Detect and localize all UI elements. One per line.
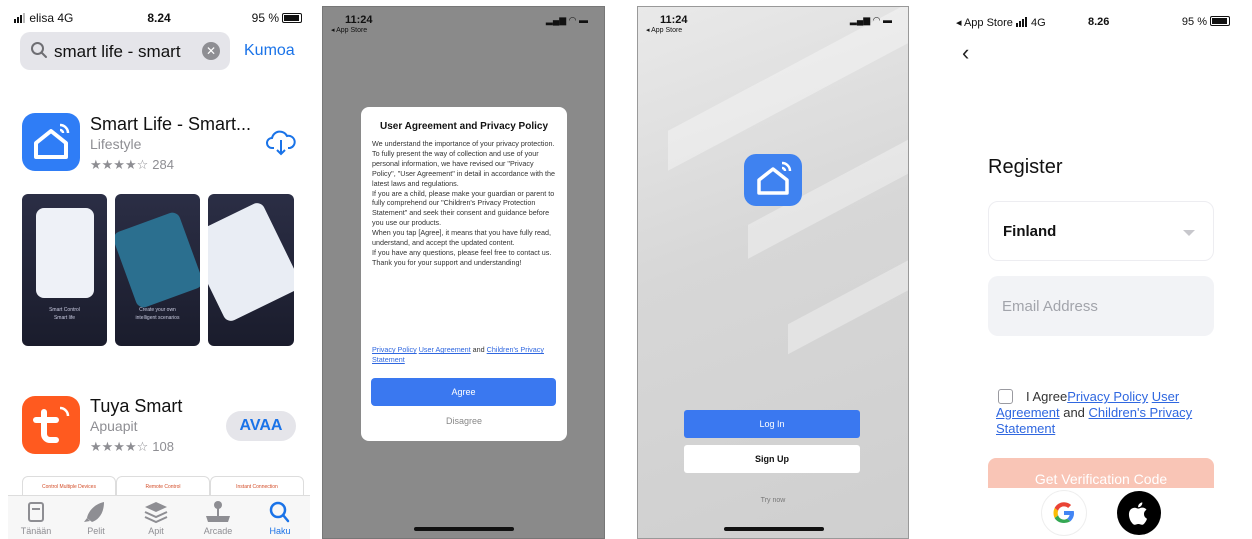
tab-apps[interactable]: Apit — [130, 500, 182, 536]
country-select[interactable]: Finland — [988, 201, 1214, 261]
tab-arcade[interactable]: Arcade — [192, 500, 244, 536]
back-chevron-icon[interactable]: ‹ — [962, 40, 969, 66]
disagree-button[interactable]: Disagree — [361, 416, 567, 426]
smart-life-logo — [744, 154, 802, 206]
app-rating: ★★★★☆ 284 — [90, 157, 174, 172]
layers-icon — [144, 502, 168, 524]
back-to-app-store[interactable]: ◂ App Store — [646, 26, 682, 34]
app-screenshot[interactable] — [208, 194, 294, 346]
status-time: 11:24 — [345, 14, 373, 26]
privacy-policy-link[interactable]: Privacy Policy — [372, 345, 417, 354]
login-screen: 11:24 ◂ App Store ▂▄▆ ◠ ▬ Log In Sign Up… — [637, 6, 909, 539]
try-now-link[interactable]: Try now — [638, 497, 908, 504]
home-indicator — [414, 527, 514, 531]
status-icons: ▂▄▆ ◠ ▬ — [849, 15, 892, 25]
app-rating: ★★★★☆ 108 — [90, 439, 174, 454]
privacy-policy-link[interactable]: Privacy Policy — [1067, 389, 1148, 404]
sign-up-button[interactable]: Sign Up — [684, 445, 860, 473]
tuya-logo-icon — [33, 406, 70, 443]
get-verification-code-button[interactable]: Get Verification Code — [988, 458, 1214, 488]
today-icon — [28, 502, 44, 522]
smart-life-app-icon[interactable] — [22, 113, 80, 171]
status-time: 8.26 — [1088, 16, 1110, 28]
user-agreement-link[interactable]: User Agreement — [419, 345, 471, 354]
rocket-icon — [84, 502, 104, 522]
google-login-button[interactable] — [1042, 491, 1086, 535]
log-in-button[interactable]: Log In — [684, 410, 860, 438]
status-bar: elisa 4G 8.24 95 % — [8, 6, 310, 30]
app-category: Apuapit — [90, 418, 138, 434]
back-to-app-store[interactable]: ◂ App Store — [956, 17, 1013, 29]
tab-today[interactable]: Tänään — [10, 500, 62, 536]
home-wifi-icon — [757, 161, 792, 195]
search-query: smart life - smart — [54, 42, 181, 61]
status-bar: 11:24 ◂ App Store ▂▄▆ ◠ ▬ — [323, 7, 604, 39]
app-screenshot[interactable]: Smart Control Smart life — [22, 194, 107, 346]
home-wifi-icon — [34, 123, 70, 159]
search-icon — [31, 42, 47, 58]
page-title: Register — [988, 156, 1063, 178]
status-time: 11:24 — [660, 14, 688, 26]
signal-icon — [1015, 17, 1028, 30]
country-value: Finland — [1003, 223, 1057, 240]
email-field[interactable] — [988, 276, 1214, 336]
dialog-links: Privacy Policy User Agreement and Childr… — [372, 345, 544, 364]
tab-search[interactable]: Haku — [254, 500, 306, 536]
clear-icon[interactable]: ✕ — [202, 42, 220, 60]
app-store-screen: elisa 4G 8.24 95 % smart life - smart ✕ … — [8, 6, 310, 539]
agree-button[interactable]: Agree — [371, 378, 556, 406]
battery-icon — [1210, 16, 1230, 26]
network-label: 4G — [1031, 17, 1046, 29]
battery-icon — [282, 13, 302, 23]
joystick-icon — [206, 501, 230, 522]
google-icon — [1053, 502, 1074, 523]
apple-icon — [1128, 502, 1147, 525]
apple-login-button[interactable] — [1117, 491, 1161, 535]
cancel-button[interactable]: Kumoa — [244, 42, 295, 60]
battery-percent: 95 % — [1181, 16, 1207, 28]
agreement-dialog: User Agreement and Privacy Policy We und… — [361, 107, 567, 441]
register-screen: ◂ App Store 4G 8.26 95 % ‹ Register Finl… — [950, 6, 1250, 539]
app-category: Lifestyle — [90, 136, 142, 152]
back-to-app-store[interactable]: ◂ App Store — [331, 26, 367, 34]
app-title[interactable]: Tuya Smart — [90, 396, 182, 417]
home-indicator — [724, 527, 824, 531]
battery-percent: 95 % — [251, 11, 279, 25]
status-icons: ▂▄▆ ◠ ▬ — [545, 15, 588, 25]
tab-games[interactable]: Pelit — [70, 500, 122, 536]
dialog-body: We understand the importance of your pri… — [372, 139, 556, 267]
status-bar: ◂ App Store 4G 8.26 95 % — [950, 6, 1250, 30]
agreement-text: I AgreePrivacy Policy User Agreement and… — [996, 389, 1193, 436]
open-button[interactable]: AVAA — [226, 411, 296, 441]
tuya-app-icon[interactable] — [22, 396, 80, 454]
tab-bar: Tänään Pelit Apit Arcade Haku — [8, 495, 310, 539]
cloud-download-icon[interactable] — [266, 130, 296, 156]
dialog-title: User Agreement and Privacy Policy — [379, 121, 549, 132]
screenshot-caption: Create your own intelligent scenarios — [135, 307, 180, 321]
search-field[interactable]: smart life - smart ✕ — [20, 32, 230, 70]
privacy-dialog-screen: 11:24 ◂ App Store ▂▄▆ ◠ ▬ User Agreement… — [322, 6, 605, 539]
status-bar: 11:24 ◂ App Store ▂▄▆ ◠ ▬ — [638, 7, 908, 39]
app-title[interactable]: Smart Life - Smart... — [90, 114, 251, 135]
app-screenshot[interactable]: Create your own intelligent scenarios — [115, 194, 200, 346]
chevron-down-icon — [1183, 230, 1195, 236]
screenshot-caption: Smart Control Smart life — [49, 307, 80, 321]
search-icon — [269, 501, 290, 523]
